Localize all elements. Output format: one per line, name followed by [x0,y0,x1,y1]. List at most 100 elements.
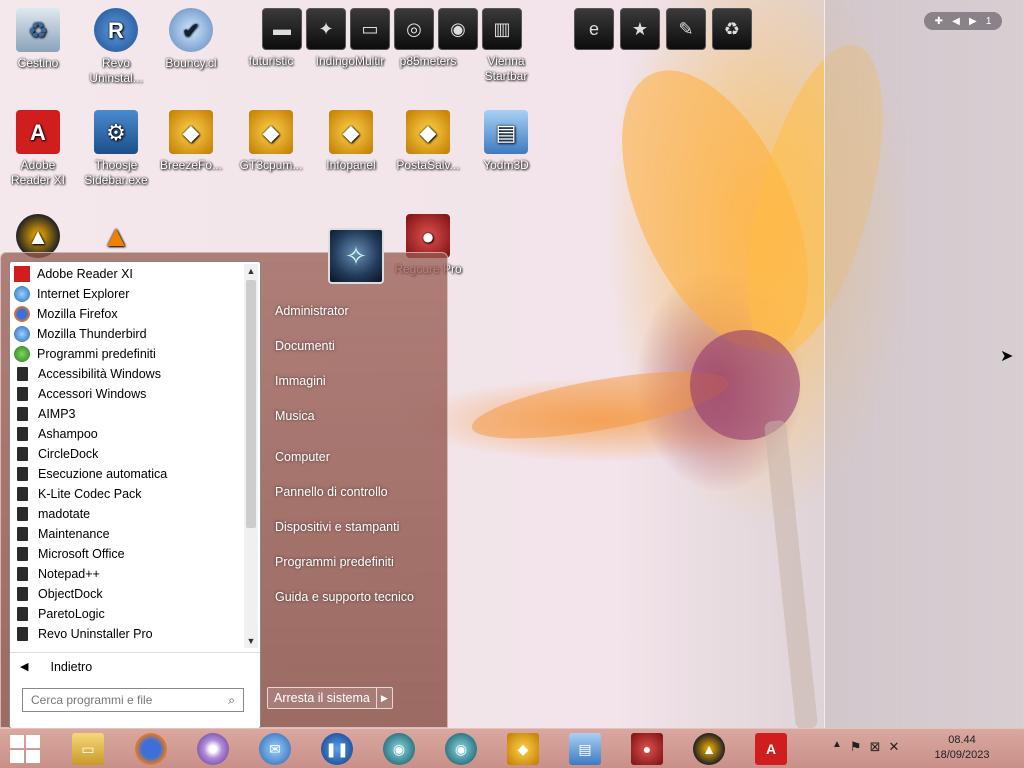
firefox-icon [14,306,30,322]
desktop-icon-indingo[interactable]: IndingoMultir [310,54,390,69]
add-icon[interactable]: ✚ [935,16,943,27]
program-label: ObjectDock [38,587,103,601]
start-item-computer[interactable]: Computer [267,439,443,474]
clock[interactable]: 08.44 18/09/2023 [930,733,994,763]
thunderbird-icon [14,326,30,342]
desktop-icon-label: PostaSalv... [396,158,460,172]
top-dock-right: e ★ ✎ ♻ [574,8,752,52]
back-button[interactable]: ◀ Indietro [10,652,260,680]
dock-item-ie-icon[interactable]: e [574,8,614,50]
program-item[interactable]: Mozilla Firefox [12,304,248,324]
shutdown-options-icon[interactable]: ▶ [376,687,393,709]
program-item[interactable]: Maintenance [12,524,248,544]
pdf-icon: A [16,110,60,154]
desktop-icon-recycle-bin[interactable]: ♻ Cestino [2,8,74,71]
taskbar-aimp-icon[interactable]: ▲ [693,733,725,765]
program-item[interactable]: Accessori Windows [12,384,248,404]
start-item-guida-supporto[interactable]: Guida e supporto tecnico [267,579,443,614]
taskbar-gadget-icon[interactable]: ◉ [383,733,415,765]
dock-item-tools-icon[interactable]: ✎ [666,8,706,50]
start-item-pannello-controllo[interactable]: Pannello di controllo [267,474,443,509]
desktop-icon-label: GT3cpum... [239,158,303,172]
prev-icon[interactable]: ◀ [952,16,960,27]
desktop-icon-gt3cpu[interactable]: ◆ GT3cpum... [235,110,307,173]
desktop-icon-postasalv[interactable]: ◆ PostaSalv... [392,110,464,173]
program-item[interactable]: CircleDock [12,444,248,464]
clock-date: 18/09/2023 [934,749,990,761]
dock-item-indingo[interactable]: ✦ [306,8,346,50]
desktop-icon-bouncy[interactable]: ✔ Bouncy.cl [155,8,227,71]
start-item-musica[interactable]: Musica [267,398,443,433]
program-item[interactable]: Mozilla Thunderbird [12,324,248,344]
dock-item-vienna[interactable]: ▥ [482,8,522,50]
dock-item-meter[interactable]: ◎ [394,8,434,50]
program-item[interactable]: Notepad++ [12,564,248,584]
desktop-icon-vienna[interactable]: Vienna Startbar [470,54,542,84]
scroll-thumb[interactable] [246,280,256,528]
programs-pane: Adobe Reader XI Internet Explorer Mozilla … [9,261,261,729]
desktop-icon-p85meters[interactable]: p85meters [392,54,464,69]
user-avatar[interactable]: ✧ [328,228,384,284]
program-label: Accessori Windows [38,387,147,401]
program-item[interactable]: ParetoLogic [12,604,248,624]
taskbar-pause-icon[interactable]: ❚❚ [321,733,353,765]
program-item[interactable]: madotate [12,504,248,524]
dock-item-camera[interactable]: ◉ [438,8,478,50]
tray-expand-icon[interactable]: ▲ [832,739,842,755]
recycle-bin-icon: ♻ [16,8,60,52]
program-item[interactable]: AIMP3 [12,404,248,424]
taskbar-regcure-icon[interactable]: ● [631,733,663,765]
program-item[interactable]: K-Lite Codec Pack [12,484,248,504]
shutdown-button[interactable]: Arresta il sistema [267,687,377,709]
taskbar-gadget-icon-2[interactable]: ◉ [445,733,477,765]
programs-scrollbar[interactable]: ▲ ▼ [244,264,258,648]
program-item[interactable]: Accessibilità Windows [12,364,248,384]
dock-item-futuristic[interactable]: ▬ [262,8,302,50]
desktop-icon-futuristic[interactable]: futuristic [235,54,307,69]
program-item[interactable]: ObjectDock [12,584,248,604]
desktop-icon-adobe-reader[interactable]: A Adobe Reader XI [2,110,74,188]
start-item-administrator[interactable]: Administrator [267,293,443,328]
dock-item-tshirt-icon[interactable]: ★ [620,8,660,50]
desktop-icon-yodm3d[interactable]: ▤ Yodm3D [470,110,542,173]
desktop-icon-thoosje[interactable]: ⚙ Thoosje Sidebar.exe [80,110,152,188]
taskbar-firefox-icon[interactable] [135,733,167,765]
desktop-icon-revo[interactable]: R Revo Uninstal... [80,8,152,86]
program-label: ParetoLogic [38,607,105,621]
taskbar-explorer-icon[interactable]: ▭ [72,733,104,765]
scroll-up-icon[interactable]: ▲ [244,264,258,278]
start-item-programmi-predefiniti[interactable]: Programmi predefiniti [267,544,443,579]
action-center-flag-icon[interactable]: ⚑ [850,739,862,755]
dock-item-recycle-icon[interactable]: ♻ [712,8,752,50]
search-input[interactable]: Cerca programmi e file ⌕ [22,688,244,712]
start-button[interactable] [10,735,42,763]
desktop-icon-label: Yodm3D [483,158,529,172]
virtual-desktop-switcher[interactable]: ✚ ◀ ▶ 1 [924,12,1002,30]
program-label: Accessibilità Windows [38,367,161,381]
program-item[interactable]: Programmi predefiniti [12,344,248,364]
program-item[interactable]: Microsoft Office [12,544,248,564]
program-item[interactable]: Esecuzione automatica [12,464,248,484]
folder-icon [17,507,28,521]
program-item[interactable]: Internet Explorer [12,284,248,304]
taskbar-gadget-manager-icon[interactable]: ◆ [507,733,539,765]
program-item[interactable]: Ashampoo [12,424,248,444]
mouse-cursor-icon: ➤ [1000,348,1014,365]
folder-icon [17,487,28,501]
volume-mute-icon[interactable]: ✕ [888,739,899,755]
program-item[interactable]: Adobe Reader XI [12,264,248,284]
start-item-documenti[interactable]: Documenti [267,328,443,363]
next-icon[interactable]: ▶ [969,16,977,27]
desktop-icon-breezefo[interactable]: ◆ BreezeFo... [155,110,227,173]
taskbar-pdf-icon[interactable]: A [755,733,787,765]
start-item-dispositivi-stampanti[interactable]: Dispositivi e stampanti [267,509,443,544]
program-item[interactable]: Revo Uninstaller Pro [12,624,248,644]
taskbar-thunderbird-icon[interactable]: ✉ [259,733,291,765]
scroll-down-icon[interactable]: ▼ [244,634,258,648]
taskbar-disc-icon[interactable] [197,733,229,765]
taskbar-yodm-icon[interactable]: ▤ [569,733,601,765]
desktop-icon-infopanel[interactable]: ◆ Infopanel [315,110,387,173]
dock-item-folder[interactable]: ▭ [350,8,390,50]
start-item-immagini[interactable]: Immagini [267,363,443,398]
network-icon[interactable]: ⊠ [870,739,881,755]
